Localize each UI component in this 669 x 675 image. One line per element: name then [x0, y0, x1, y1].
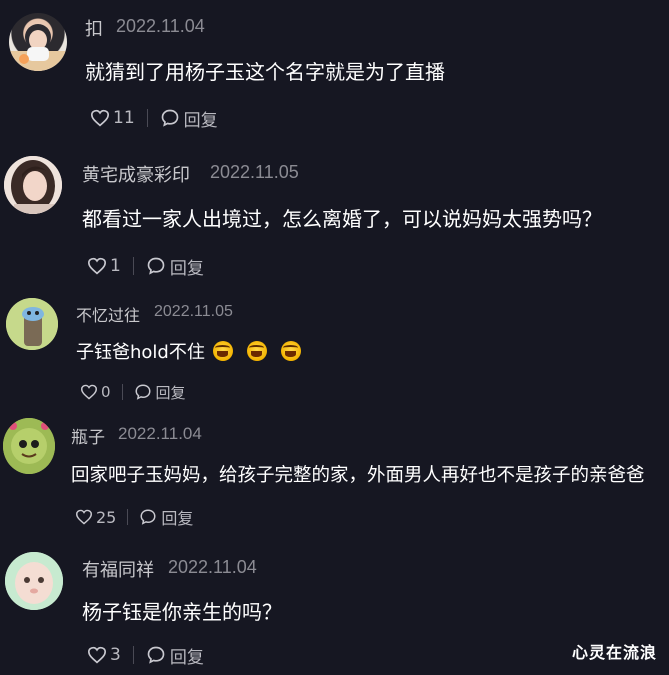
laughing-crying-emoji-icon [246, 341, 267, 361]
like-button[interactable]: 25 [75, 508, 116, 527]
like-count: 0 [101, 383, 111, 401]
comment-date: 2022.11.04 [116, 16, 205, 36]
avatar-image [4, 156, 62, 214]
username[interactable]: 黄宅成豪彩印 [82, 161, 190, 187]
avatar-image [3, 418, 55, 474]
reply-label: 回复 [161, 509, 194, 528]
comment-text: 杨子钰是你亲生的吗？ [82, 600, 282, 624]
comment-actions: 1 回复 [87, 254, 204, 279]
avatar-image [6, 298, 58, 350]
avatar[interactable] [5, 552, 63, 610]
heart-icon [87, 646, 107, 664]
avatar-image [9, 24, 67, 71]
heart-icon [90, 109, 110, 127]
like-count: 3 [110, 645, 121, 665]
like-count: 25 [96, 507, 117, 527]
comment-actions: 11 回复 [90, 106, 218, 131]
comment-text-body: 子钰爸hold不住 [76, 342, 205, 363]
username[interactable]: 瓶子 [71, 423, 105, 448]
comment-text: 都看过一家人出境过，怎么离婚了，可以说妈妈太强势吗？ [82, 207, 602, 231]
action-divider [121, 384, 123, 400]
reply-icon [147, 646, 165, 664]
comment-text: 就猜到了用杨子玉这个名字就是为了直播 [85, 60, 445, 84]
watermark: 心灵在流浪 [571, 643, 657, 662]
avatar-image [5, 552, 63, 610]
reply-icon [140, 509, 156, 525]
like-button[interactable]: 1 [87, 256, 121, 276]
username[interactable]: 不忆过往 [76, 302, 140, 326]
reply-button[interactable]: 回复 [146, 254, 204, 279]
reply-button[interactable]: 回复 [134, 382, 186, 403]
heart-icon [87, 257, 107, 275]
like-count: 11 [113, 108, 135, 128]
comment-date: 2022.11.04 [118, 424, 202, 443]
action-divider [132, 257, 134, 275]
reply-icon [161, 109, 178, 127]
heart-icon [75, 509, 93, 525]
comment-date: 2022.11.05 [210, 162, 299, 182]
avatar[interactable] [4, 156, 62, 214]
reply-button[interactable]: 回复 [139, 505, 193, 529]
reply-label: 回复 [169, 647, 204, 668]
comment-actions: 3 回复 [87, 643, 204, 668]
username[interactable]: 扣 [85, 15, 103, 41]
avatar[interactable] [3, 418, 55, 474]
action-divider [127, 509, 129, 525]
avatar[interactable] [6, 298, 58, 350]
action-divider [146, 109, 148, 127]
reply-icon [147, 257, 165, 275]
like-button[interactable]: 0 [80, 383, 111, 401]
like-count: 1 [110, 256, 121, 276]
laughing-crying-emoji-icon [212, 341, 233, 361]
comment-date: 2022.11.04 [168, 557, 257, 577]
reply-button[interactable]: 回复 [146, 643, 204, 668]
reply-label: 回复 [169, 258, 204, 279]
comment-actions: 0 回复 [80, 381, 186, 403]
comment-date: 2022.11.05 [154, 303, 233, 320]
heart-icon [80, 384, 98, 400]
username[interactable]: 有福同祥 [82, 556, 154, 582]
reply-button[interactable]: 回复 [160, 106, 218, 131]
comment-text: 回家吧子玉妈妈，给孩子完整的家，外面男人再好也不是孩子的亲爸爸 [71, 465, 645, 486]
like-button[interactable]: 3 [87, 645, 121, 665]
reply-label: 回复 [155, 383, 186, 402]
laughing-crying-emoji-icon [280, 341, 301, 361]
reply-icon [135, 384, 151, 400]
comment-text: 子钰爸hold不住 [76, 338, 301, 364]
action-divider [132, 646, 134, 664]
avatar[interactable] [9, 13, 67, 71]
like-button[interactable]: 11 [90, 108, 135, 128]
reply-label: 回复 [183, 110, 218, 131]
comment-actions: 25 回复 [75, 506, 193, 528]
